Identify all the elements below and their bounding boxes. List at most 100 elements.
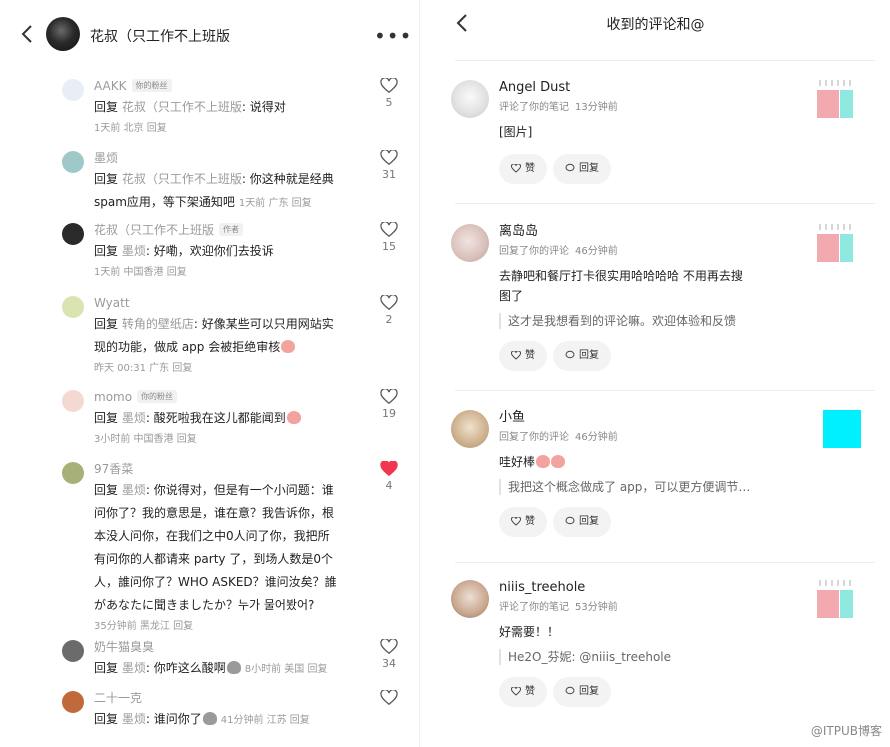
author-avatar[interactable]	[46, 17, 80, 51]
comment-meta[interactable]: 昨天 00:31 广东 回复	[94, 359, 364, 374]
like-button[interactable]: 19	[374, 389, 404, 421]
note-thumbnail[interactable]	[817, 80, 853, 118]
heart-icon	[380, 150, 398, 166]
reply-label: 回复	[579, 686, 599, 697]
user-name[interactable]: Angel Dust	[499, 80, 799, 96]
like-button[interactable]: 31	[374, 150, 404, 182]
poop-emoji-icon	[226, 661, 241, 674]
notifications-panel: 收到的评论和@ Angel Dust 评论了你的笔记 13分钟前 [图片] 赞回复…	[421, 0, 890, 747]
comment-text: 好需要！！	[499, 625, 560, 639]
commenter-name[interactable]: 花叔（只工作不上班版	[94, 223, 214, 237]
user-name[interactable]: 小鱼	[499, 410, 799, 426]
comment-text-line: 人，誰问你了？WHO ASKED？谁问汝矣？誰	[94, 575, 337, 589]
reply-target[interactable]: 墨烦	[122, 483, 146, 497]
avatar[interactable]	[62, 296, 84, 318]
reply-target[interactable]: 墨烦	[122, 712, 146, 726]
reply-label: 回复	[579, 350, 599, 361]
commenter-name[interactable]: 奶牛猫臭臭	[94, 640, 154, 654]
timestamp: 53分钟前	[575, 602, 618, 613]
like-label: 赞	[525, 516, 535, 527]
action-text: 回复了你的评论	[499, 246, 569, 257]
like-count: 5	[385, 96, 393, 109]
comment-text-line: 有问你的人都请来 party 了，到场人数是0个	[94, 552, 333, 566]
note-thumbnail[interactable]	[817, 580, 853, 618]
reply-target[interactable]: 墨烦	[122, 411, 146, 425]
like-button[interactable]: 4	[374, 461, 404, 493]
comment-text: 去静吧和餐厅打卡很实用哈哈哈哈 不用再去搜	[499, 269, 743, 283]
like-button[interactable]: 赞	[499, 507, 547, 537]
sour-face-emoji-icon	[281, 340, 296, 353]
comment-meta[interactable]: 1天前 中国香港 回复	[94, 263, 364, 278]
commenter-name[interactable]: 墨烦	[94, 151, 118, 165]
comment-meta[interactable]: 1天前 北京 回复	[94, 119, 364, 134]
like-count: 2	[385, 313, 393, 326]
reply-button[interactable]: 回复	[553, 507, 611, 537]
avatar[interactable]	[62, 79, 84, 101]
more-options-icon[interactable]: •••	[374, 26, 412, 46]
commenter-name[interactable]: 二十一克	[94, 691, 142, 705]
chat-bubble-icon	[565, 686, 575, 695]
sour-face-emoji-icon	[551, 455, 566, 468]
comment-meta[interactable]: 8小时前 美国 回复	[245, 664, 328, 675]
reply-button[interactable]: 回复	[553, 677, 611, 707]
comment-thread-panel: 花叔（只工作不上班版 ••• AAKK 你的粉丝 回复 花叔（只工作不上班版: 说…	[0, 0, 420, 747]
back-arrow-icon[interactable]	[20, 24, 34, 44]
comment-text: : 酸死啦我在这儿都能闻到	[145, 411, 286, 425]
like-button[interactable]: 赞	[499, 677, 547, 707]
note-thumbnail[interactable]	[823, 410, 861, 448]
comment-meta[interactable]: 1天前 广东 回复	[239, 198, 312, 209]
note-thumbnail[interactable]	[817, 224, 853, 262]
comment-meta[interactable]: 35分钟前 黑龙江 回复	[94, 617, 364, 632]
heart-icon	[511, 516, 521, 526]
like-button[interactable]	[374, 690, 404, 706]
user-name[interactable]: 离岛岛	[499, 224, 799, 240]
timestamp: 46分钟前	[575, 246, 618, 257]
comment-text: : 谁问你了	[145, 712, 202, 726]
like-button[interactable]: 5	[374, 78, 404, 110]
heart-icon	[511, 686, 521, 696]
avatar[interactable]	[62, 462, 84, 484]
heart-filled-icon	[380, 461, 398, 477]
comment-meta[interactable]: 41分钟前 江苏 回复	[221, 715, 310, 726]
reply-target[interactable]: 墨烦	[122, 661, 146, 675]
divider	[455, 203, 875, 204]
avatar[interactable]	[62, 151, 84, 173]
avatar[interactable]	[451, 580, 489, 618]
reply-target[interactable]: 花叔（只工作不上班版	[122, 172, 242, 186]
timestamp: 13分钟前	[575, 102, 618, 113]
like-button[interactable]: 赞	[499, 341, 547, 371]
heart-icon	[380, 78, 398, 94]
comment-text: : 你说得对，但是有一个小问题：谁	[145, 483, 334, 497]
reply-keyword: 回复	[94, 244, 119, 258]
avatar[interactable]	[451, 410, 489, 448]
avatar[interactable]	[62, 691, 84, 713]
reply-target[interactable]: 墨烦	[122, 244, 146, 258]
avatar[interactable]	[62, 390, 84, 412]
avatar[interactable]	[62, 640, 84, 662]
reply-button[interactable]: 回复	[553, 154, 611, 184]
action-text: 评论了你的笔记	[499, 102, 569, 113]
avatar[interactable]	[62, 223, 84, 245]
comment-text: : 你咋这么酸啊	[145, 661, 226, 675]
like-button[interactable]: 2	[374, 295, 404, 327]
user-name[interactable]: niiis_treehole	[499, 580, 799, 596]
avatar[interactable]	[451, 224, 489, 262]
commenter-name[interactable]: Wyatt	[94, 296, 130, 310]
commenter-name[interactable]: 97香菜	[94, 462, 133, 476]
like-button[interactable]: 赞	[499, 154, 547, 184]
like-button[interactable]: 15	[374, 222, 404, 254]
avatar[interactable]	[451, 80, 489, 118]
commenter-name[interactable]: AAKK	[94, 79, 127, 93]
reply-target[interactable]: 花叔（只工作不上班版	[122, 100, 242, 114]
commenter-name[interactable]: momo	[94, 390, 132, 404]
quoted-comment: He2O_芬妮: @niiis_treehole	[499, 649, 799, 665]
heart-icon	[380, 389, 398, 405]
divider	[455, 562, 875, 563]
action-text: 回复了你的评论	[499, 432, 569, 443]
sour-face-emoji-icon	[286, 411, 301, 424]
reply-target[interactable]: 转角的壁纸店	[122, 317, 194, 331]
like-button[interactable]: 34	[374, 639, 404, 671]
reply-button[interactable]: 回复	[553, 341, 611, 371]
heart-icon	[511, 350, 521, 360]
comment-meta[interactable]: 3小时前 中国香港 回复	[94, 430, 364, 445]
